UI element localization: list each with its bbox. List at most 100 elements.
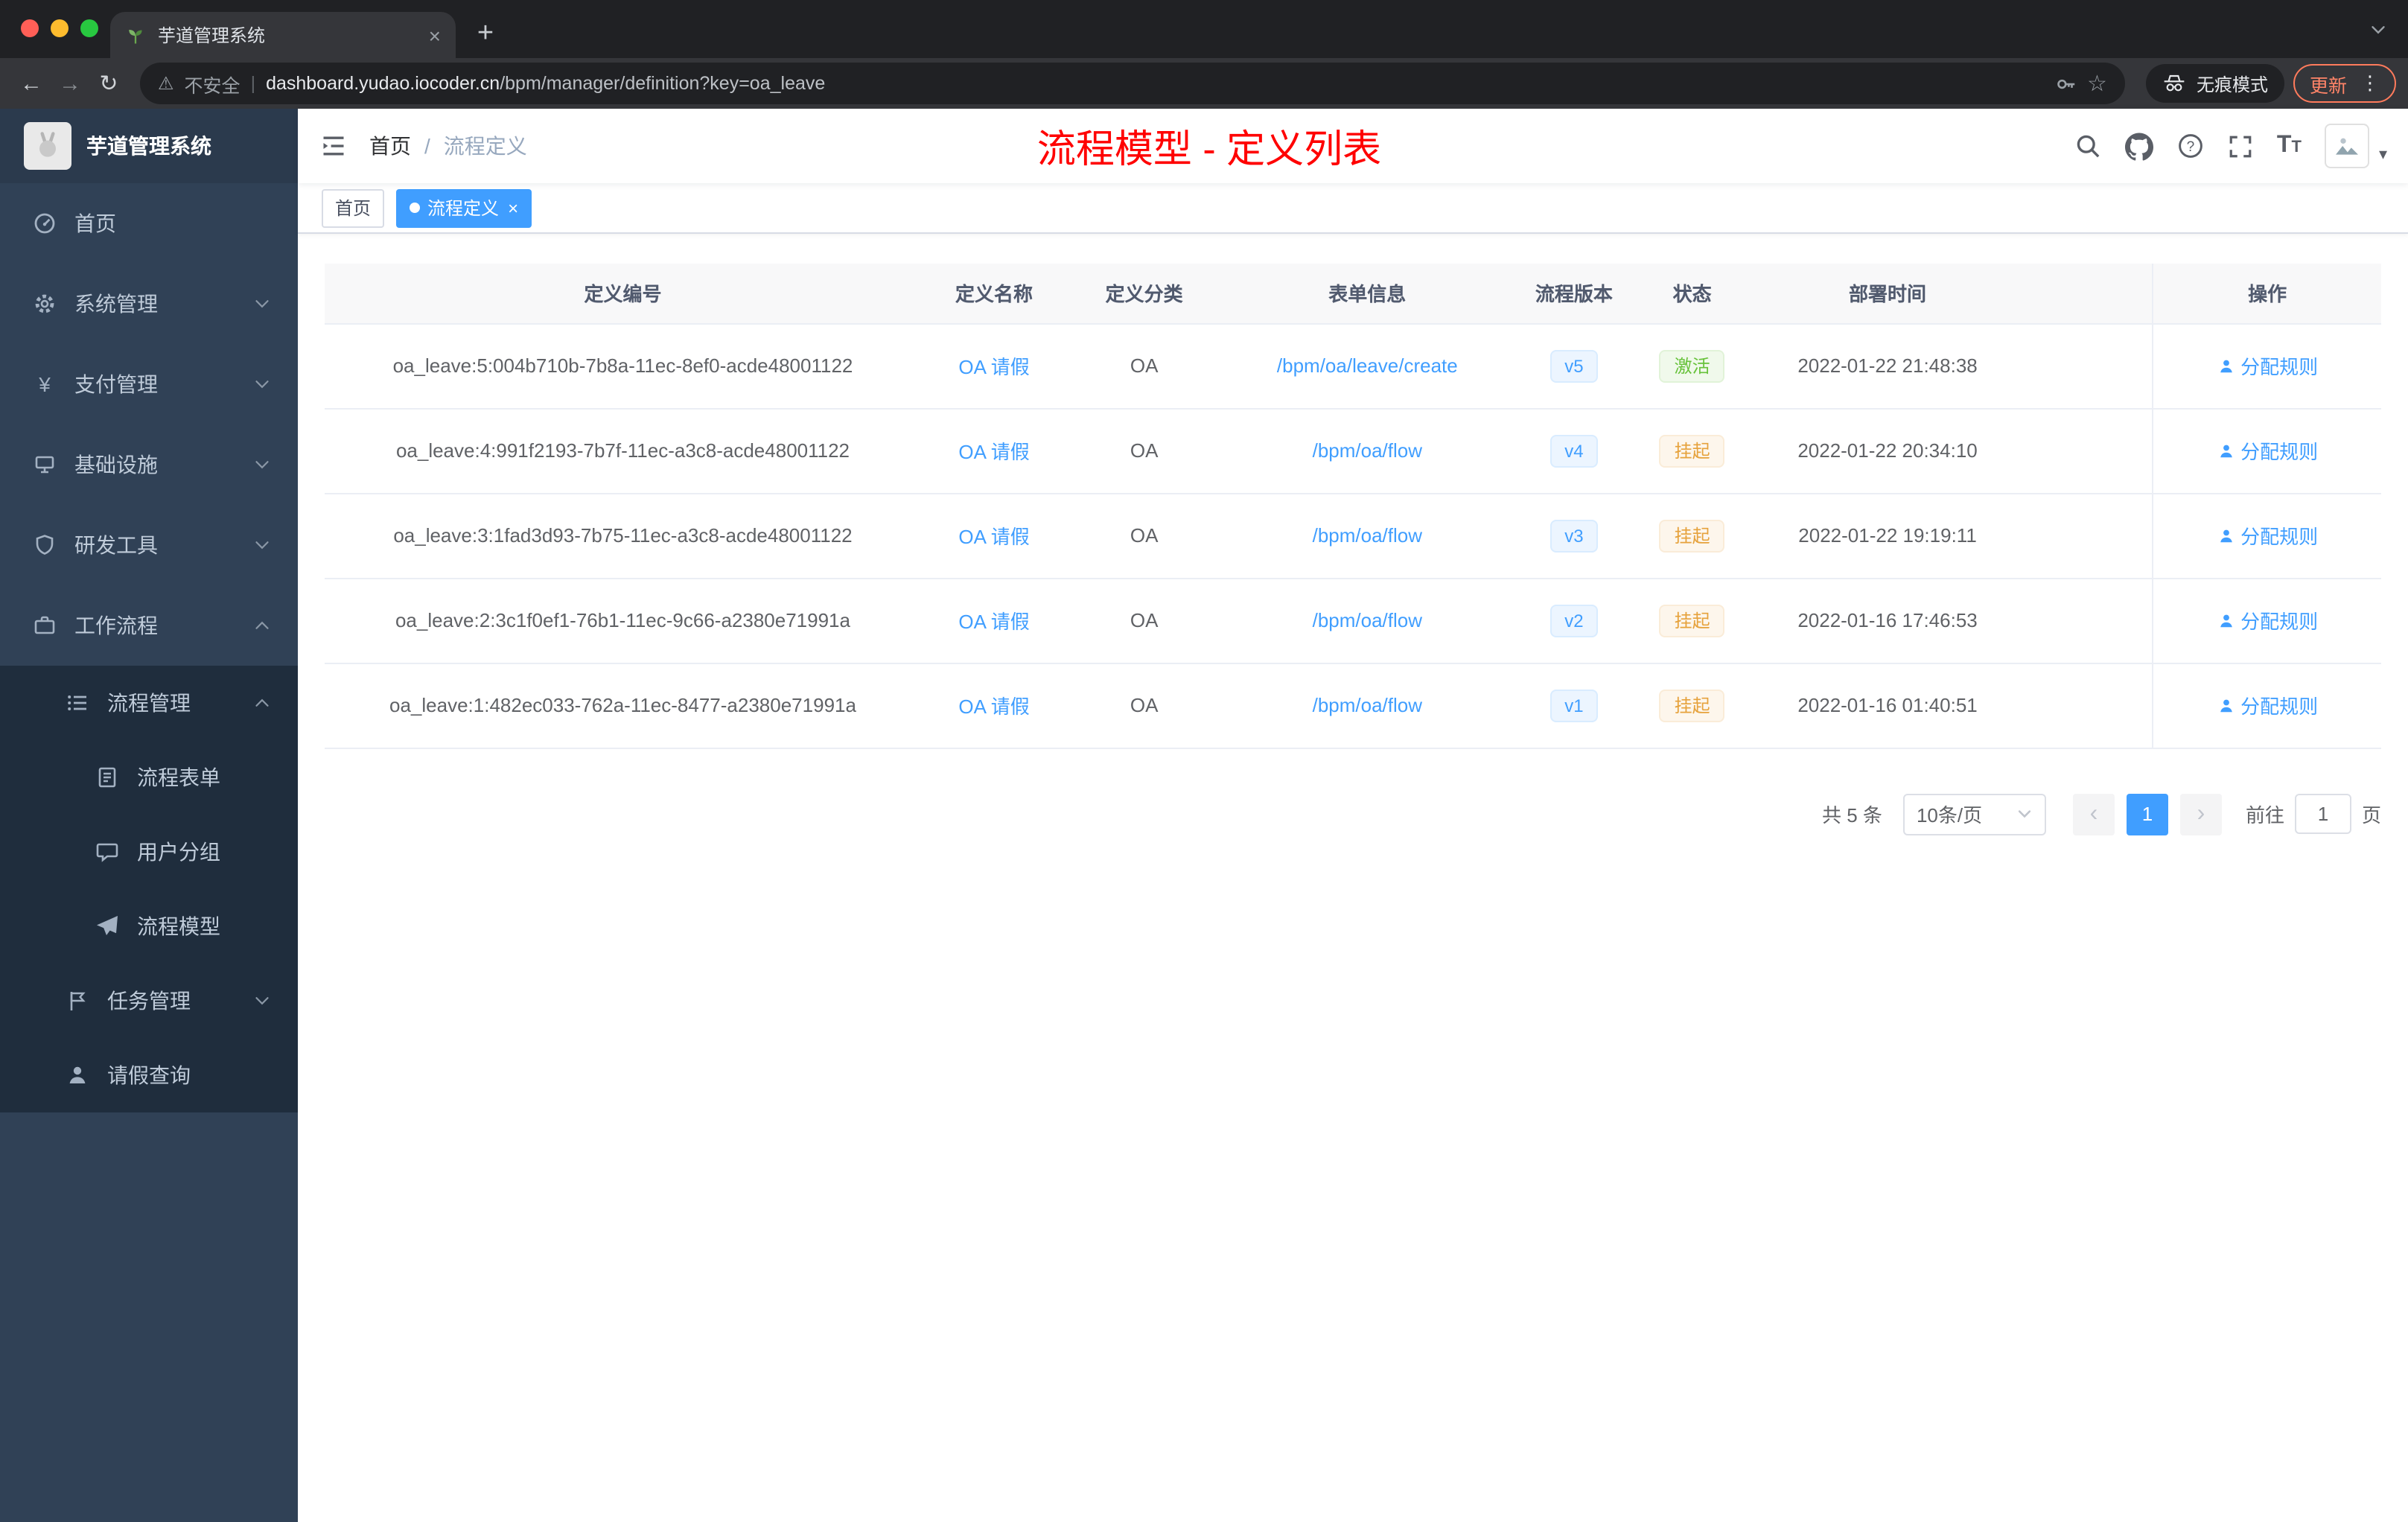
- sidebar-item-devtools[interactable]: 研发工具: [0, 505, 298, 585]
- tab-close-icon[interactable]: ×: [429, 23, 441, 47]
- breadcrumb-home[interactable]: 首页: [369, 131, 411, 161]
- back-button[interactable]: ←: [12, 64, 51, 103]
- browser-tab[interactable]: 芋道管理系统 ×: [110, 12, 456, 58]
- sidebar-item-label: 流程管理: [107, 691, 191, 715]
- status-badge: 激活: [1659, 349, 1725, 382]
- deploy-time: 2022-01-22 20:34:10: [1750, 408, 2026, 494]
- sidebar-item-workflow[interactable]: 工作流程: [0, 585, 298, 666]
- page-number-current[interactable]: 1: [2126, 793, 2168, 835]
- user-icon: [2220, 614, 2232, 627]
- address-bar[interactable]: ⚠ 不安全 | dashboard.yudao.iocoder.cn/bpm/m…: [140, 63, 2125, 104]
- definition-name-link[interactable]: OA 请假: [958, 695, 1029, 718]
- window-zoom-button[interactable]: [80, 19, 98, 37]
- goto-label: 前往: [2245, 804, 2284, 827]
- forward-button[interactable]: →: [51, 64, 89, 103]
- reload-button[interactable]: ↻: [89, 64, 128, 103]
- definition-id: oa_leave:2:3c1f0ef1-76b1-11ec-9c66-a2380…: [325, 578, 921, 663]
- table-row: oa_leave:1:482ec033-762a-11ec-8477-a2380…: [325, 663, 2381, 748]
- table-row: oa_leave:5:004b710b-7b8a-11ec-8ef0-acde4…: [325, 323, 2381, 409]
- next-page-button[interactable]: ›: [2179, 793, 2222, 835]
- definition-name-link[interactable]: OA 请假: [958, 441, 1029, 463]
- breadcrumb: 首页 / 流程定义: [369, 131, 527, 161]
- form-link[interactable]: /bpm/oa/flow: [1313, 524, 1422, 547]
- omnibox-divider: |: [250, 73, 256, 94]
- filler-cell: [2025, 408, 2153, 494]
- update-button[interactable]: 更新 ⋮: [2293, 64, 2396, 103]
- page-size-select[interactable]: 10条/页: [1902, 793, 2046, 835]
- definition-category: OA: [1067, 323, 1222, 409]
- assign-rule-link[interactable]: 分配规则: [2217, 691, 2318, 719]
- yen-icon: ¥: [39, 372, 51, 396]
- sidebar-item-payment[interactable]: ¥ 支付管理: [0, 344, 298, 424]
- sidebar-item-process-management[interactable]: 流程管理: [0, 666, 298, 740]
- chevron-down-icon: [253, 536, 271, 554]
- tag-process-definition[interactable]: 流程定义 ×: [396, 188, 532, 227]
- password-key-icon[interactable]: [2054, 72, 2077, 95]
- sidebar-item-task-management[interactable]: 任务管理: [0, 964, 298, 1038]
- sidebar-item-label: 任务管理: [107, 989, 191, 1013]
- table-row: oa_leave:3:1fad3d93-7b75-11ec-a3c8-acde4…: [325, 493, 2381, 579]
- deploy-time: 2022-01-22 21:48:38: [1750, 323, 2026, 409]
- filler-cell: [2025, 323, 2153, 409]
- bookmark-star-icon[interactable]: ☆: [2087, 70, 2107, 97]
- definition-name-link[interactable]: OA 请假: [958, 526, 1029, 548]
- col-definition-category: 定义分类: [1067, 264, 1222, 324]
- tab-search-chevron-icon[interactable]: [2369, 19, 2387, 46]
- definition-name-link[interactable]: OA 请假: [958, 611, 1029, 633]
- sidebar-toggle-icon[interactable]: [298, 133, 369, 159]
- sidebar-item-process-form[interactable]: 流程表单: [0, 740, 298, 815]
- logo-avatar: [24, 122, 71, 170]
- gear-icon: [33, 292, 57, 316]
- window-close-button[interactable]: [21, 19, 39, 37]
- sidebar-item-user-group[interactable]: 用户分组: [0, 815, 298, 889]
- fullscreen-icon[interactable]: [2228, 133, 2253, 159]
- user-icon: [2220, 698, 2232, 712]
- sidebar-item-system[interactable]: 系统管理: [0, 264, 298, 344]
- user-menu[interactable]: ▾: [2325, 124, 2387, 168]
- main-area: 首页 / 流程定义 流程模型 - 定义列表 ? T T ▾ 首页 流程定义 × …: [298, 109, 2408, 1522]
- goto-page-input[interactable]: [2294, 794, 2351, 834]
- sidebar-item-home[interactable]: 首页: [0, 183, 298, 264]
- tag-home[interactable]: 首页: [322, 188, 385, 227]
- tag-close-icon[interactable]: ×: [508, 197, 518, 218]
- sidebar-item-label: 工作流程: [74, 614, 158, 637]
- help-icon[interactable]: ?: [2177, 133, 2204, 159]
- send-icon: [95, 914, 119, 938]
- sidebar-item-label: 支付管理: [74, 372, 158, 396]
- sidebar-menu: 首页 系统管理 ¥ 支付管理 基础设施 研发工具 工作流程 流程管理 流程表单 …: [0, 183, 298, 1112]
- form-link[interactable]: /bpm/oa/flow: [1313, 609, 1422, 631]
- incognito-badge: 无痕模式: [2145, 64, 2284, 103]
- document-icon: [95, 765, 119, 789]
- security-label[interactable]: 不安全: [185, 69, 241, 98]
- tags-view: 首页 流程定义 ×: [298, 183, 2408, 234]
- font-size-icon[interactable]: TT: [2277, 133, 2302, 159]
- sidebar-item-infrastructure[interactable]: 基础设施: [0, 424, 298, 505]
- assign-rule-link[interactable]: 分配规则: [2217, 521, 2318, 550]
- sidebar-item-leave-query[interactable]: 请假查询: [0, 1038, 298, 1112]
- github-icon[interactable]: [2124, 132, 2153, 160]
- assign-rule-link[interactable]: 分配规则: [2217, 606, 2318, 634]
- form-link[interactable]: /bpm/oa/flow: [1313, 439, 1422, 462]
- definition-category: OA: [1067, 493, 1222, 579]
- chevron-down-icon: [253, 456, 271, 474]
- form-link[interactable]: /bpm/oa/flow: [1313, 694, 1422, 716]
- sidebar-item-process-model[interactable]: 流程模型: [0, 889, 298, 964]
- form-link[interactable]: /bpm/oa/leave/create: [1277, 354, 1458, 377]
- version-badge: v3: [1549, 519, 1599, 552]
- browser-toolbar: ← → ↻ ⚠ 不安全 | dashboard.yudao.iocoder.cn…: [0, 58, 2408, 109]
- chevron-down-icon: [253, 295, 271, 313]
- sidebar-item-label: 请假查询: [107, 1063, 191, 1087]
- sidebar-logo[interactable]: 芋道管理系统: [0, 109, 298, 183]
- definition-name-link[interactable]: OA 请假: [958, 356, 1029, 378]
- assign-rule-link[interactable]: 分配规则: [2217, 351, 2318, 380]
- search-icon[interactable]: [2074, 133, 2101, 159]
- page-title: 流程模型 - 定义列表: [1036, 126, 1382, 171]
- tab-strip: 芋道管理系统 × +: [0, 0, 2408, 58]
- prev-page-button[interactable]: ‹: [2072, 793, 2115, 835]
- new-tab-button[interactable]: +: [465, 13, 506, 55]
- assign-rule-link[interactable]: 分配规则: [2217, 436, 2318, 465]
- browser-menu-icon[interactable]: ⋮: [2360, 71, 2380, 95]
- page-size-value: 10条/页: [1916, 804, 1983, 827]
- user-icon: [66, 1063, 89, 1087]
- window-minimize-button[interactable]: [51, 19, 69, 37]
